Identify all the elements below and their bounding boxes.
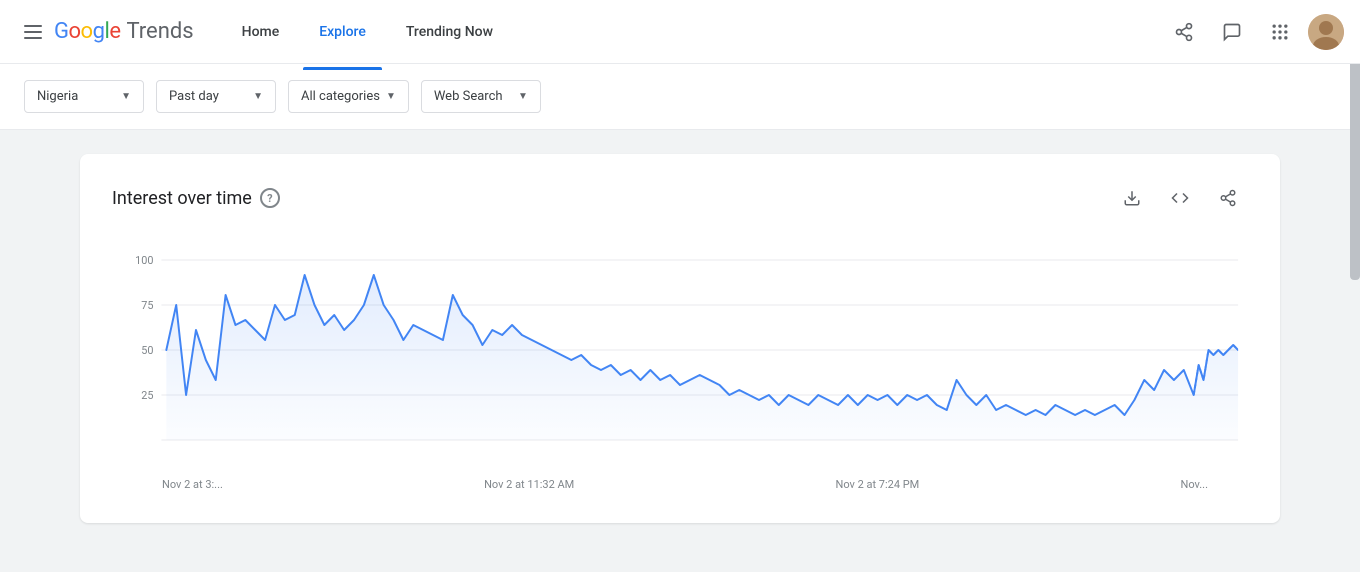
embed-button[interactable]: [1160, 178, 1200, 218]
chart-title-group: Interest over time ?: [112, 188, 280, 209]
filter-bar: Nigeria ▼ Past day ▼ All categories ▼ We…: [0, 64, 1360, 130]
svg-text:100: 100: [135, 254, 153, 267]
x-label-4: Nov...: [1180, 478, 1208, 491]
interest-chart: 100 75 50 25: [112, 250, 1248, 470]
feedback-button[interactable]: [1212, 12, 1252, 52]
interest-over-time-card: Interest over time ?: [80, 154, 1280, 523]
download-button[interactable]: [1112, 178, 1152, 218]
search-type-filter-label: Web Search: [434, 89, 503, 104]
chart-share-button[interactable]: [1208, 178, 1248, 218]
svg-text:25: 25: [141, 389, 153, 402]
x-label-1: Nov 2 at 3:...: [162, 478, 223, 491]
x-label-3: Nov 2 at 7:24 PM: [835, 478, 919, 491]
svg-text:75: 75: [141, 299, 153, 312]
chart-container: 100 75 50 25: [112, 250, 1248, 491]
share-button[interactable]: [1164, 12, 1204, 52]
search-type-filter-arrow: ▼: [518, 91, 528, 102]
search-type-filter[interactable]: Web Search ▼: [421, 80, 541, 113]
country-filter-arrow: ▼: [121, 91, 131, 102]
scrollbar-track[interactable]: [1350, 0, 1360, 571]
chart-header: Interest over time ?: [112, 178, 1248, 218]
apps-button[interactable]: [1260, 12, 1300, 52]
header: Google Trends Home Explore Trending Now: [0, 0, 1360, 64]
main-content: Interest over time ?: [0, 130, 1360, 572]
chart-actions: [1112, 178, 1248, 218]
logo-trends-text: Trends: [126, 19, 193, 44]
x-axis-labels: Nov 2 at 3:... Nov 2 at 11:32 AM Nov 2 a…: [112, 478, 1248, 491]
chart-title: Interest over time: [112, 188, 252, 209]
nav-trending-now[interactable]: Trending Now: [390, 16, 509, 48]
nav-home[interactable]: Home: [226, 16, 296, 48]
help-icon[interactable]: ?: [260, 188, 280, 208]
category-filter-arrow: ▼: [386, 91, 396, 102]
user-avatar[interactable]: [1308, 14, 1344, 50]
hamburger-menu-button[interactable]: [16, 17, 50, 47]
x-label-2: Nov 2 at 11:32 AM: [484, 478, 574, 491]
svg-text:50: 50: [141, 344, 153, 357]
category-filter-label: All categories: [301, 89, 380, 104]
header-actions: [1164, 12, 1344, 52]
category-filter[interactable]: All categories ▼: [288, 80, 409, 113]
main-nav: Home Explore Trending Now: [226, 16, 1164, 48]
time-filter-arrow: ▼: [253, 91, 263, 102]
country-filter-label: Nigeria: [37, 89, 78, 104]
nav-explore[interactable]: Explore: [303, 16, 382, 48]
time-filter-label: Past day: [169, 89, 219, 104]
time-filter[interactable]: Past day ▼: [156, 80, 276, 113]
country-filter[interactable]: Nigeria ▼: [24, 80, 144, 113]
google-trends-logo[interactable]: Google Trends: [54, 19, 194, 44]
